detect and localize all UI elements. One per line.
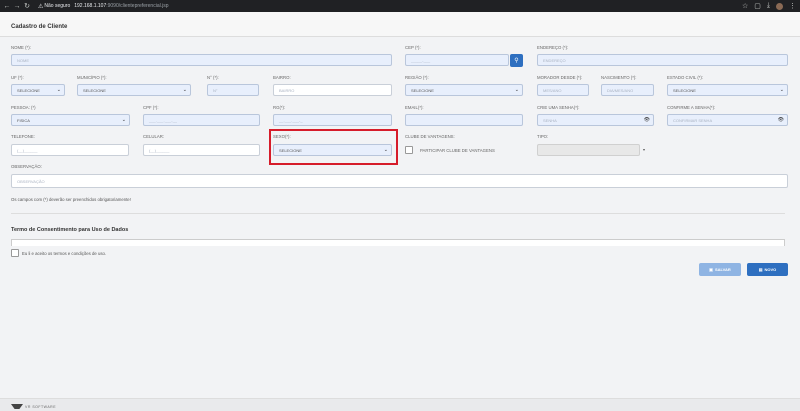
email-label: EMAIL(*): [405, 105, 424, 110]
required-note: Os campos com (*) deverão ser preenchido… [11, 197, 131, 202]
rg-label: RG(*): [273, 105, 286, 110]
tipo-select[interactable] [537, 144, 640, 156]
senha-input[interactable]: SENHA 👁 [537, 114, 654, 126]
consent-title: Termo de Consentimento para Uso de Dados [11, 227, 129, 233]
estado-civil-select[interactable]: SELECIONE ⌄ [667, 84, 788, 96]
save-icon: ▣ [709, 267, 713, 272]
clube-label: CLUBE DE VANTAGENS: [405, 134, 455, 139]
nome-input[interactable]: NOME [11, 54, 392, 66]
cpf-label: CPF (*): [143, 105, 159, 110]
browser-toolbar: ← → ↻ ⚠ Não seguro 192.168.1.107 :9090/c… [0, 0, 800, 12]
nome-label: NOME (*): [11, 45, 31, 50]
pessoa-label: PESSOA: (*) [11, 105, 36, 110]
confirme-label: CONFIRME A SENHA(*): [667, 105, 716, 110]
morador-input[interactable]: MES/ANO [537, 84, 589, 96]
chevron-down-icon: ⌄ [56, 87, 61, 93]
download-icon[interactable]: ⤓ [767, 2, 770, 10]
save-button[interactable]: ▣ SALVAR [699, 263, 741, 276]
extensions-icon[interactable]: ▢ [754, 2, 761, 10]
bairro-label: BAIRRO: [273, 75, 291, 80]
section-divider [11, 213, 785, 214]
page-header: Cadastro de Cliente [0, 12, 800, 37]
chevron-down-icon: ▾ [643, 147, 646, 152]
celular-label: CELULAR: [143, 134, 165, 139]
celular-input[interactable]: (__)______ [143, 144, 260, 156]
uf-select[interactable]: SELECIONE ⌄ [11, 84, 65, 96]
address-bar[interactable]: ⚠ Não seguro 192.168.1.107 :9090/cliente… [38, 2, 169, 11]
consent-text-box[interactable] [11, 239, 785, 246]
chevron-down-icon: ⌄ [514, 87, 519, 93]
url-path: :9090/clientepreferencial.jsp [106, 3, 169, 9]
nascimento-label: NASCIMENTO (*): [601, 75, 637, 80]
tipo-label: TIPO: [537, 134, 549, 139]
uf-value: SELECIONE [17, 87, 40, 93]
morador-label: MORADOR DESDE (*): [537, 75, 583, 80]
bookmark-star-icon[interactable]: ☆ [742, 2, 748, 10]
new-button[interactable]: ▤ NOVO [747, 263, 788, 276]
telefone-label: TELEFONE: [11, 134, 35, 139]
endereco-input[interactable]: ENDEREÇO [537, 54, 788, 66]
footer-brand: VR SOFTWARE [25, 404, 57, 409]
menu-kebab-icon[interactable]: ⋮ [789, 2, 796, 10]
uf-label: UF (*): [11, 75, 24, 80]
chevron-down-icon: ⌄ [182, 87, 187, 93]
vr-logo-icon [11, 404, 23, 409]
estado-civil-label: ESTADO CIVIL (*): [667, 75, 704, 80]
numero-label: N° (*): [207, 75, 219, 80]
cep-label: CEP (*): [405, 45, 421, 50]
page-title: Cadastro de Cliente [11, 24, 68, 30]
clube-checkbox[interactable] [405, 146, 413, 154]
eye-icon[interactable]: 👁 [778, 117, 784, 123]
regiao-select[interactable]: SELECIONE ⌄ [405, 84, 523, 96]
forward-icon[interactable]: → [12, 0, 22, 12]
search-icon: ⚲ [514, 58, 519, 64]
municipio-label: MUNICÍPIO (*): [77, 75, 107, 80]
cep-input[interactable]: _____-___ [405, 54, 509, 66]
municipio-value: SELECIONE [83, 87, 106, 93]
new-button-label: NOVO [764, 267, 777, 272]
chevron-down-icon: ⌄ [779, 87, 784, 93]
endereco-label: ENDEREÇO (*): [537, 45, 569, 50]
accept-terms-checkbox[interactable] [11, 249, 19, 257]
municipio-select[interactable]: SELECIONE ⌄ [77, 84, 191, 96]
observacao-label: OBSERVAÇÃO: [11, 164, 42, 169]
cpf-input[interactable]: ___.___.___-__ [143, 114, 260, 126]
observacao-input[interactable]: OBSERVAÇÃO [11, 174, 788, 188]
pessoa-select[interactable]: FISICA ⌄ [11, 114, 130, 126]
sexo-highlight-box [269, 129, 398, 165]
numero-input[interactable]: N° [207, 84, 259, 96]
footer-logo: VR SOFTWARE [11, 404, 56, 409]
warning-icon: ⚠ [38, 3, 44, 10]
accept-terms-label: Eu li e aceito os termos e condições de … [22, 251, 107, 256]
confirme-senha-input[interactable]: CONFIRMAR SENHA 👁 [667, 114, 788, 126]
regiao-value: SELECIONE [411, 87, 434, 93]
new-file-icon: ▤ [758, 267, 763, 272]
eye-icon[interactable]: 👁 [644, 117, 650, 123]
url-host: 192.168.1.107 [74, 3, 107, 9]
senha-placeholder: SENHA [543, 117, 557, 123]
confirme-placeholder: CONFIRMAR SENHA [673, 117, 713, 123]
cep-search-button[interactable]: ⚲ [510, 54, 523, 67]
profile-avatar[interactable] [776, 2, 783, 10]
clube-checkbox-label: PARTICIPAR CLUBE DE VANTAGENS [420, 148, 495, 153]
rg-input[interactable]: __.___.___-_ [273, 114, 392, 126]
insecure-label: Não seguro [44, 3, 71, 9]
nascimento-input[interactable]: DIA/MES/ANO [601, 84, 654, 96]
estado-civil-value: SELECIONE [673, 87, 696, 93]
senha-label: CRIE UMA SENHA(*): [537, 105, 580, 110]
reload-icon[interactable]: ↻ [22, 0, 32, 12]
save-button-label: SALVAR [714, 267, 731, 272]
regiao-label: REGIÃO (*): [405, 75, 429, 80]
chevron-down-icon: ⌄ [121, 117, 126, 123]
pessoa-value: FISICA [17, 117, 30, 123]
back-icon[interactable]: ← [2, 0, 12, 12]
bairro-input[interactable]: BAIRRO [273, 84, 392, 96]
telefone-input[interactable]: (__)______ [11, 144, 129, 156]
page-footer: VR SOFTWARE [0, 398, 800, 411]
email-input[interactable] [405, 114, 523, 126]
